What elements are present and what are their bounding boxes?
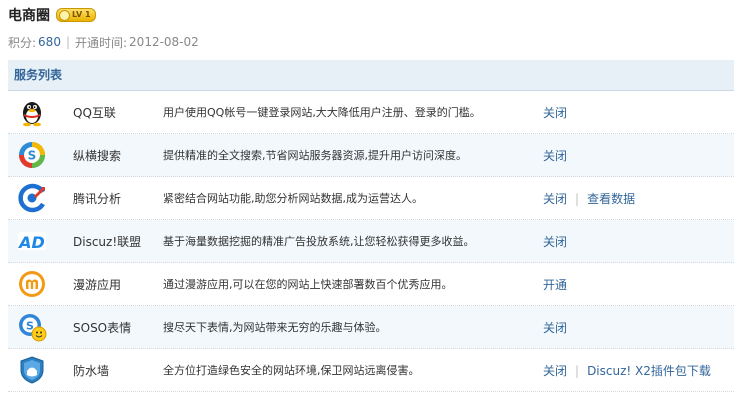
service-name: 腾讯分析 <box>73 191 122 206</box>
account-meta: 积分: 680 | 开通时间: 2012-08-02 <box>8 30 728 54</box>
service-name: SOSO表情 <box>73 320 132 335</box>
service-row-firewall: 防水墙 全方位打造绿色安全的网站环境,保卫网站远离侵害。 关闭 | Discuz! … <box>8 349 734 392</box>
page-title: 电商圈 <box>8 8 50 24</box>
meta-separator: | <box>65 35 70 49</box>
open-service-link[interactable]: 开通 <box>543 278 567 292</box>
level-badge: LV 1 <box>56 8 96 22</box>
service-description: 紧密结合网站功能,助您分析网站数据,成为运营达人。 <box>163 192 423 205</box>
service-description: 提供精准的全文搜索,节省网站服务器资源,提升用户访问深度。 <box>163 149 467 162</box>
soso-emoji-icon: S <box>19 314 47 342</box>
action-separator: | <box>575 363 580 378</box>
plugin-download-link[interactable]: Discuz! X2插件包下载 <box>587 364 711 378</box>
service-row-manyou: 漫游应用 通过漫游应用,可以在您的网站上快速部署数百个优秀应用。 开通 <box>8 263 734 306</box>
service-name: 漫游应用 <box>73 277 122 292</box>
service-description: 搜尽天下表情,为网站带来无穷的乐趣与体验。 <box>163 321 387 334</box>
soso-search-icon: S <box>19 142 45 168</box>
service-row-soso-emoji: S SOSO表情 搜尽天下表情,为网站带来无穷的乐趣与体验。 关闭 <box>8 306 734 349</box>
service-list-panel: 服务列表 QQ互联 用户使用QQ帐号一键登录网站,大大降低用户注册、登录的门槛。… <box>8 60 734 392</box>
open-time-label: 开通时间: <box>75 35 128 50</box>
service-row-discuz-union: AD Discuz!联盟 基于海量数据挖掘的精准广告投放系统,让您轻松获得更多收… <box>8 220 734 263</box>
level-icon <box>59 9 70 21</box>
service-name: QQ互联 <box>73 105 116 120</box>
service-list-heading: 服务列表 <box>8 60 734 91</box>
service-description: 用户使用QQ帐号一键登录网站,大大降低用户注册、登录的门槛。 <box>163 106 481 119</box>
close-service-link[interactable]: 关闭 <box>543 321 567 335</box>
close-service-link[interactable]: 关闭 <box>543 192 567 206</box>
close-service-link[interactable]: 关闭 <box>543 364 567 378</box>
service-row-search: S 纵横搜索 提供精准的全文搜索,节省网站服务器资源,提升用户访问深度。 关闭 <box>8 134 734 177</box>
service-row-qq-connect: QQ互联 用户使用QQ帐号一键登录网站,大大降低用户注册、登录的门槛。 关闭 <box>8 91 734 134</box>
close-service-link[interactable]: 关闭 <box>543 106 567 120</box>
discuz-ad-icon: AD <box>17 232 46 252</box>
svg-text:AD: AD <box>17 233 45 252</box>
close-service-link[interactable]: 关闭 <box>543 149 567 163</box>
service-name: 防水墙 <box>73 363 110 378</box>
level-badge-text: LV 1 <box>72 10 91 19</box>
manyou-icon <box>19 271 45 297</box>
open-time-value: 2012-08-02 <box>129 35 199 49</box>
score-label: 积分: <box>8 35 37 50</box>
action-separator: | <box>575 191 580 206</box>
service-description: 基于海量数据挖掘的精准广告投放系统,让您轻松获得更多收益。 <box>163 235 475 248</box>
service-row-tencent-analytics: 腾讯分析 紧密结合网站功能,助您分析网站数据,成为运营达人。 关闭 | 查看数据 <box>8 177 734 220</box>
service-name: 纵横搜索 <box>73 148 122 163</box>
view-data-link[interactable]: 查看数据 <box>587 192 635 206</box>
service-name: Discuz!联盟 <box>73 234 142 249</box>
tencent-analytics-icon <box>18 183 45 213</box>
profile-header: 电商圈 LV 1 积分: 680 | 开通时间: 2012-08-02 <box>8 4 728 54</box>
firewall-shield-icon <box>20 356 44 384</box>
svg-text:S: S <box>28 149 37 163</box>
service-description: 通过漫游应用,可以在您的网站上快速部署数百个优秀应用。 <box>163 278 453 291</box>
service-description: 全方位打造绿色安全的网站环境,保卫网站远离侵害。 <box>163 364 420 377</box>
close-service-link[interactable]: 关闭 <box>543 235 567 249</box>
score-value: 680 <box>38 35 61 49</box>
qq-penguin-icon <box>23 102 41 127</box>
